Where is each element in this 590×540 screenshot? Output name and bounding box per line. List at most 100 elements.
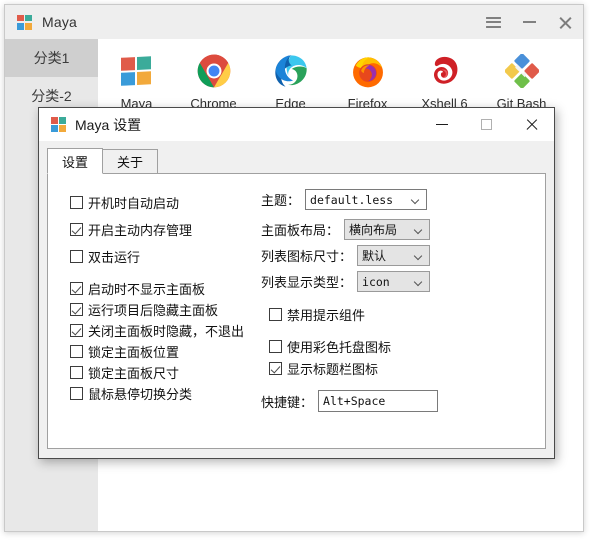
checkbox-row-lock-panel-size[interactable]: 锁定主面板尺寸: [70, 363, 179, 382]
checkbox-active-memory-management[interactable]: [70, 223, 83, 236]
field-row-list-icon-size: 列表图标尺寸： 默认: [261, 245, 431, 266]
shortcut-value: Alt+Space: [323, 394, 386, 408]
checkbox-label: 锁定主面板尺寸: [88, 366, 180, 381]
minimize-icon: [522, 21, 536, 23]
field-label: 列表图标尺寸：: [261, 249, 353, 264]
chevron-down-icon: [415, 279, 422, 286]
sidebar-item-label: 分类-2: [31, 88, 72, 104]
select-list-display-type[interactable]: icon: [357, 271, 431, 292]
settings-tabstrip: 设置 关于: [47, 148, 158, 174]
checkbox-label: 启动时不显示主面板: [88, 282, 206, 297]
checkbox-row-colored-tray-icon[interactable]: 使用彩色托盘图标: [269, 337, 391, 356]
select-value: default.less: [310, 192, 394, 207]
settings-dialog-titlebar[interactable]: Maya 设置: [39, 108, 554, 141]
field-row-shortcut: 快捷键： Alt+Space: [261, 390, 439, 412]
field-row-list-display-type: 列表显示类型： icon: [261, 271, 431, 292]
main-window-controls: [475, 5, 583, 39]
checkbox-row-hide-panel-on-startup[interactable]: 启动时不显示主面板: [70, 279, 205, 298]
tab-label: 设置: [61, 154, 88, 170]
checkbox-hover-switch-category[interactable]: [70, 387, 83, 400]
main-window-titlebar[interactable]: Maya: [5, 5, 583, 39]
checkbox-disable-tooltip-component[interactable]: [269, 308, 282, 321]
settings-dialog-controls: [419, 108, 554, 141]
checkbox-hide-panel-on-startup[interactable]: [70, 282, 83, 295]
settings-dialog-title: Maya 设置: [75, 116, 142, 133]
close-button[interactable]: [547, 5, 583, 39]
tab-about[interactable]: 关于: [102, 149, 158, 174]
checkbox-row-autostart[interactable]: 开机时自动启动: [70, 193, 179, 212]
checkbox-row-hide-panel-after-run[interactable]: 运行项目后隐藏主面板: [70, 300, 218, 319]
checkbox-hide-on-close[interactable]: [70, 324, 83, 337]
chevron-down-icon: [412, 197, 419, 204]
checkbox-label: 关闭主面板时隐藏，不退出: [88, 324, 245, 339]
close-icon: [525, 118, 539, 132]
menu-button[interactable]: [475, 5, 511, 39]
git-bash-icon: [504, 53, 540, 89]
firefox-icon: [350, 53, 386, 89]
field-row-theme: 主题： default.less: [261, 189, 428, 210]
app-tile-chrome[interactable]: Chrome: [175, 47, 252, 111]
settings-dialog: Maya 设置 设置 关于 开机时自动启动 开启主动内存管理 双击运行 启动时不…: [38, 107, 555, 459]
checkbox-row-disable-tooltip-component[interactable]: 禁用提示组件: [269, 305, 365, 324]
settings-tab-panel: 开机时自动启动 开启主动内存管理 双击运行 启动时不显示主面板 运行项目后隐藏主…: [47, 173, 546, 449]
select-theme[interactable]: default.less: [305, 189, 428, 210]
close-button[interactable]: [509, 108, 554, 141]
close-icon: [558, 15, 573, 30]
app-tile-git-bash[interactable]: Git Bash: [483, 47, 560, 111]
maximize-button[interactable]: [464, 108, 509, 141]
app-tile-xshell[interactable]: Xshell 6: [406, 47, 483, 111]
app-tile-maya[interactable]: Maya: [98, 47, 175, 111]
sidebar-item-category-1[interactable]: 分类1: [5, 39, 98, 77]
checkbox-label: 运行项目后隐藏主面板: [88, 303, 219, 318]
checkbox-double-click-run[interactable]: [70, 250, 83, 263]
app-tile-edge[interactable]: Edge: [252, 47, 329, 111]
main-window-title: Maya: [42, 14, 78, 30]
checkbox-row-show-titlebar-icon[interactable]: 显示标题栏图标: [269, 359, 378, 378]
checkbox-row-double-click-run[interactable]: 双击运行: [70, 247, 140, 266]
field-label: 主面板布局：: [261, 223, 340, 238]
select-panel-layout[interactable]: 横向布局: [344, 219, 431, 240]
checkbox-row-hover-switch-category[interactable]: 鼠标悬停切换分类: [70, 384, 192, 403]
windows-squares-icon: [17, 14, 32, 30]
minimize-icon: [435, 123, 448, 126]
select-value: icon: [362, 274, 390, 289]
sidebar-item-label: 分类1: [33, 50, 70, 66]
checkbox-label: 鼠标悬停切换分类: [88, 387, 193, 402]
chrome-icon: [196, 53, 232, 89]
checkbox-row-hide-on-close[interactable]: 关闭主面板时隐藏，不退出: [70, 321, 244, 340]
checkbox-show-titlebar-icon[interactable]: [269, 362, 282, 375]
checkbox-hide-panel-after-run[interactable]: [70, 303, 83, 316]
select-value: 默认: [362, 249, 387, 263]
checkbox-autostart[interactable]: [70, 196, 83, 209]
shortcut-input[interactable]: Alt+Space: [318, 390, 439, 412]
tab-settings[interactable]: 设置: [47, 148, 103, 174]
maya-windows-squares-icon: [119, 53, 155, 89]
field-label: 快捷键：: [261, 394, 314, 410]
checkbox-label: 使用彩色托盘图标: [287, 340, 392, 355]
checkbox-label: 开机时自动启动: [88, 196, 180, 211]
checkbox-label: 开启主动内存管理: [88, 223, 193, 238]
chevron-down-icon: [415, 253, 422, 260]
minimize-button[interactable]: [419, 108, 464, 141]
checkbox-lock-panel-size[interactable]: [70, 366, 83, 379]
checkbox-row-active-memory-management[interactable]: 开启主动内存管理: [70, 220, 192, 239]
xshell-icon: [427, 53, 463, 89]
tab-label: 关于: [116, 155, 143, 170]
chevron-down-icon: [415, 227, 422, 234]
hamburger-icon: [485, 16, 501, 28]
app-icon-row: Maya Chrome Edge Firefox Xshell 6 Git Ba…: [98, 47, 583, 111]
checkbox-label: 禁用提示组件: [287, 308, 366, 323]
edge-icon: [273, 53, 309, 89]
field-row-panel-layout: 主面板布局： 横向布局: [261, 219, 431, 240]
select-value: 横向布局: [349, 223, 398, 237]
minimize-button[interactable]: [511, 5, 547, 39]
checkbox-lock-panel-position[interactable]: [70, 345, 83, 358]
app-tile-firefox[interactable]: Firefox: [329, 47, 406, 111]
checkbox-label: 双击运行: [88, 250, 141, 265]
maximize-icon: [481, 119, 492, 130]
checkbox-colored-tray-icon[interactable]: [269, 340, 282, 353]
select-list-icon-size[interactable]: 默认: [357, 245, 431, 266]
checkbox-label: 锁定主面板位置: [88, 345, 180, 360]
windows-squares-icon: [51, 117, 66, 132]
checkbox-row-lock-panel-position[interactable]: 锁定主面板位置: [70, 342, 179, 361]
